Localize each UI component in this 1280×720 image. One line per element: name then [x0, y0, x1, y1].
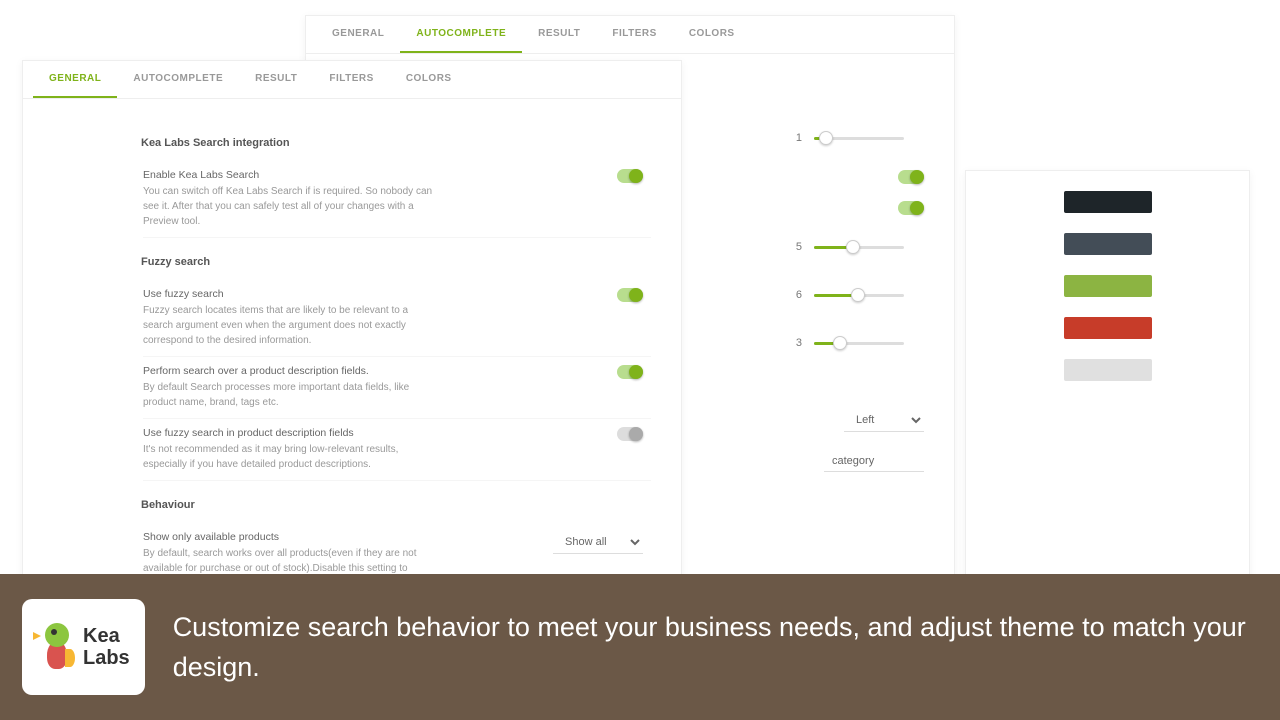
section-fuzzy: Fuzzy search	[141, 256, 651, 268]
select-alignment[interactable]: Left	[844, 409, 924, 432]
select-availability[interactable]: Show all	[553, 531, 643, 554]
footer-tagline: Customize search behavior to meet your b…	[173, 607, 1258, 688]
toggle-back-2[interactable]	[898, 201, 924, 215]
tab-colors[interactable]: COLORS	[673, 16, 751, 53]
tabs-front: GENERAL AUTOCOMPLETE RESULT FILTERS COLO…	[23, 61, 681, 99]
tab-general-front[interactable]: GENERAL	[33, 61, 117, 98]
tab-filters-front[interactable]: FILTERS	[313, 61, 389, 98]
kealabs-logo: Kea Labs	[22, 599, 145, 695]
tabs-back: GENERAL AUTOCOMPLETE RESULT FILTERS COLO…	[306, 16, 954, 54]
toggle-back-1[interactable]	[898, 170, 924, 184]
parrot-icon	[37, 623, 77, 671]
swatch-4[interactable]	[1064, 317, 1152, 339]
tab-autocomplete[interactable]: AUTOCOMPLETE	[400, 16, 522, 53]
panel-colors	[965, 170, 1250, 600]
swatch-2[interactable]	[1064, 233, 1152, 255]
footer-banner: Kea Labs Customize search behavior to me…	[0, 574, 1280, 720]
input-category[interactable]	[824, 451, 924, 472]
section-behaviour: Behaviour	[141, 499, 651, 511]
tab-colors-front[interactable]: COLORS	[390, 61, 468, 98]
toggle-fuzzy-search[interactable]	[617, 288, 643, 302]
swatch-3[interactable]	[1064, 275, 1152, 297]
tab-filters[interactable]: FILTERS	[596, 16, 672, 53]
tab-result-front[interactable]: RESULT	[239, 61, 313, 98]
swatch-1[interactable]	[1064, 191, 1152, 213]
section-integration: Kea Labs Search integration	[141, 137, 651, 149]
toggle-fuzzy-description[interactable]	[617, 427, 643, 441]
slider-2[interactable]: 5	[770, 231, 924, 263]
slider-1[interactable]: 1	[770, 122, 924, 154]
tab-result[interactable]: RESULT	[522, 16, 596, 53]
slider-3[interactable]: 6	[770, 279, 924, 311]
tab-autocomplete-front[interactable]: AUTOCOMPLETE	[117, 61, 239, 98]
toggle-description-search[interactable]	[617, 365, 643, 379]
slider-4[interactable]: 3	[770, 327, 924, 359]
panel-general: GENERAL AUTOCOMPLETE RESULT FILTERS COLO…	[22, 60, 682, 600]
swatch-5[interactable]	[1064, 359, 1152, 381]
toggle-enable-search[interactable]	[617, 169, 643, 183]
tab-general[interactable]: GENERAL	[316, 16, 400, 53]
